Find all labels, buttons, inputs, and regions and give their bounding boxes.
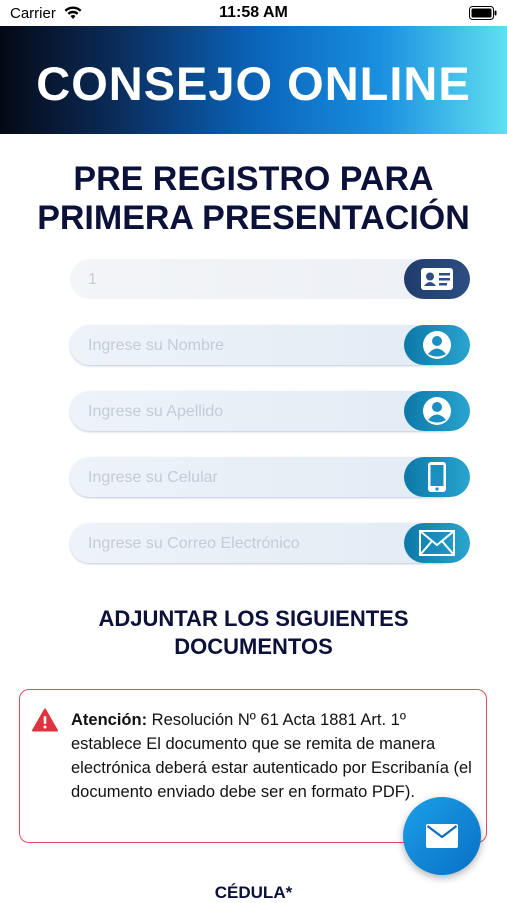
battery-icon [469, 6, 497, 20]
alert-label: Atención: [71, 711, 148, 729]
status-bar: Carrier 11:58 AM [0, 0, 507, 26]
apellido-field[interactable] [70, 391, 470, 431]
id-card-icon [404, 259, 470, 299]
nombre-field[interactable] [70, 325, 470, 365]
status-time: 11:58 AM [219, 4, 288, 21]
documents-section-title: ADJUNTAR LOS SIGUIENTES DOCUMENTOS [0, 605, 507, 661]
page-title: PRE REGISTRO PARA PRIMERA PRESENTACIÓN [0, 160, 507, 238]
apellido-input[interactable] [86, 399, 390, 425]
user-icon [404, 325, 470, 365]
page-title-line-1: PRE REGISTRO PARA [73, 160, 434, 198]
cedula-document-label: CÉDULA* [214, 883, 293, 902]
mobile-phone-icon [404, 457, 470, 497]
nombre-input[interactable] [86, 333, 390, 359]
correo-input[interactable] [86, 531, 390, 557]
user-icon [404, 391, 470, 431]
documents-title-line-2: DOCUMENTOS [174, 634, 333, 659]
alert-message: Atención: Resolución Nº 61 Acta 1881 Art… [71, 708, 476, 804]
correo-field[interactable] [70, 523, 470, 563]
celular-field[interactable] [70, 457, 470, 497]
cedula-input[interactable] [86, 267, 390, 293]
documents-title-line-1: ADJUNTAR LOS SIGUIENTES [98, 606, 409, 631]
cedula-field[interactable] [70, 259, 470, 299]
mail-icon [426, 824, 458, 848]
page-title-line-2: PRIMERA PRESENTACIÓN [37, 199, 470, 237]
app-header: CONSEJO ONLINE [0, 26, 507, 134]
envelope-icon [404, 523, 470, 563]
celular-input[interactable] [86, 465, 390, 491]
warning-icon [32, 708, 58, 732]
mail-fab-button[interactable] [403, 797, 481, 875]
app-title: CONSEJO ONLINE [36, 57, 471, 110]
